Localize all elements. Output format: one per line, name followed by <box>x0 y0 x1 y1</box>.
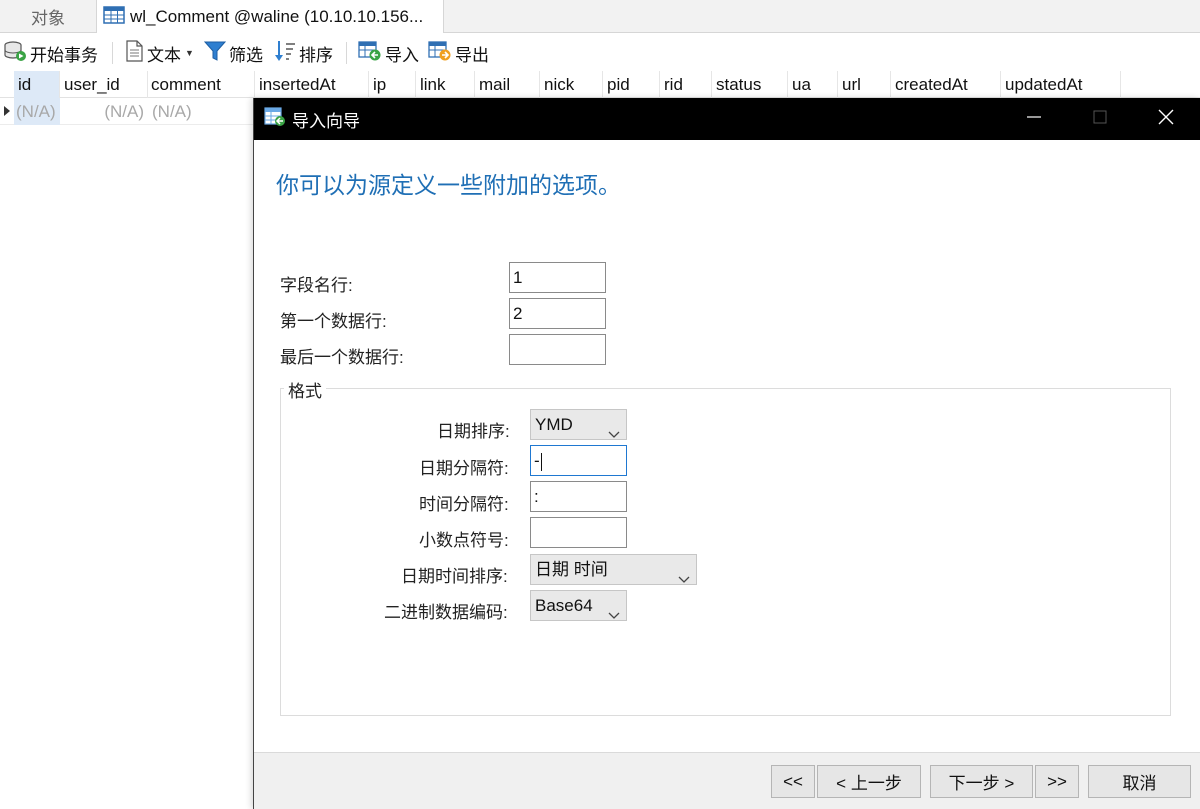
binary-encoding-label: 二进制数据编码: <box>384 603 508 622</box>
chevron-down-icon <box>608 419 620 448</box>
tab-table-wl-comment[interactable]: wl_Comment @waline (10.10.10.156... <box>96 0 444 34</box>
filter-button[interactable]: 筛选 <box>203 39 263 67</box>
text-label: 文本 <box>147 45 181 65</box>
export-label: 导出 <box>455 45 489 65</box>
first-step-button[interactable]: << <box>771 765 815 798</box>
next-step-button[interactable]: 下一步 > <box>930 765 1033 798</box>
table-grid-icon <box>103 5 125 30</box>
column-header[interactable]: createdAt <box>891 71 1001 98</box>
begin-transaction-label: 开始事务 <box>30 45 98 65</box>
filter-label: 筛选 <box>229 45 263 65</box>
maximize-button[interactable] <box>1077 98 1123 140</box>
document-icon <box>124 39 147 67</box>
sort-button[interactable]: 排序 <box>274 39 333 67</box>
last-data-row-input[interactable] <box>509 334 606 365</box>
field-name-row-input[interactable]: 1 <box>509 262 606 293</box>
import-wizard-icon <box>264 106 286 132</box>
date-delimiter-input[interactable]: - <box>530 445 627 476</box>
first-data-row-label: 第一个数据行: <box>280 312 387 331</box>
column-header[interactable]: pid <box>603 71 660 98</box>
last-data-row-label: 最后一个数据行: <box>280 348 404 367</box>
dropdown-caret-icon: ▼ <box>185 48 194 58</box>
time-delimiter-input[interactable]: : <box>530 481 627 512</box>
export-button[interactable]: 导出 <box>428 39 489 67</box>
import-button[interactable]: 导入 <box>358 39 419 67</box>
close-icon <box>1158 109 1174 130</box>
date-order-value: YMD <box>535 415 573 434</box>
format-group-title: 格式 <box>284 377 326 402</box>
begin-transaction-button[interactable]: 开始事务 <box>3 39 98 67</box>
datetime-order-label: 日期时间排序: <box>401 567 508 586</box>
current-row-marker-icon <box>4 106 10 116</box>
date-order-select[interactable]: YMD <box>530 409 627 440</box>
column-header[interactable]: user_id <box>60 71 148 98</box>
sort-icon <box>274 39 299 68</box>
cancel-button[interactable]: 取消 <box>1088 765 1191 798</box>
column-header[interactable]: link <box>416 71 475 98</box>
decimal-symbol-input[interactable] <box>530 517 627 548</box>
minimize-icon <box>1026 109 1042 130</box>
field-name-row-label: 字段名行: <box>280 276 353 295</box>
table-cell[interactable]: (N/A) <box>150 98 250 125</box>
toolbar-divider <box>112 42 113 64</box>
table-cell[interactable]: (N/A) <box>62 98 146 125</box>
text-cursor <box>540 452 542 471</box>
column-header[interactable]: ua <box>788 71 838 98</box>
column-header[interactable]: rid <box>660 71 712 98</box>
wizard-step-heading: 你可以为源定义一些附加的选项。 <box>276 172 621 198</box>
column-header[interactable]: url <box>838 71 891 98</box>
format-groupbox <box>280 388 1171 716</box>
column-header[interactable]: status <box>712 71 788 98</box>
column-header[interactable]: updatedAt <box>1001 71 1121 98</box>
tab-objects-label: 对象 <box>31 9 65 28</box>
date-delimiter-label: 日期分隔符: <box>419 459 509 478</box>
sort-label: 排序 <box>299 45 333 65</box>
text-button[interactable]: 文本 ▼ <box>124 39 194 67</box>
binary-encoding-select[interactable]: Base64 <box>530 590 627 621</box>
import-icon <box>358 40 385 67</box>
date-order-label: 日期排序: <box>437 422 510 441</box>
toolbar: 开始事务 文本 ▼ 筛选 排序 导入 导出 <box>0 33 1200 71</box>
datetime-order-value: 日期 时间 <box>535 560 608 579</box>
toolbar-divider <box>346 42 347 64</box>
grid-header: id user_id comment insertedAt ip link ma… <box>0 71 1200 98</box>
export-icon <box>428 40 455 67</box>
tab-objects[interactable]: 对象 <box>0 0 96 33</box>
column-header[interactable]: mail <box>475 71 540 98</box>
table-cell[interactable]: (N/A) <box>14 98 60 125</box>
close-button[interactable] <box>1143 98 1189 140</box>
last-step-button[interactable]: >> <box>1035 765 1079 798</box>
first-data-row-input[interactable]: 2 <box>509 298 606 329</box>
column-header[interactable]: comment <box>147 71 255 98</box>
column-header[interactable]: id <box>14 71 60 98</box>
tab-bar: 对象 wl_Comment @waline (10.10.10.156... <box>0 0 1200 34</box>
database-icon <box>3 40 30 67</box>
dialog-footer: << < 上一步 下一步 > >> 取消 <box>254 752 1200 809</box>
chevron-down-icon <box>678 564 690 593</box>
column-header[interactable]: insertedAt <box>255 71 369 98</box>
import-label: 导入 <box>385 45 419 65</box>
previous-step-button[interactable]: < 上一步 <box>817 765 921 798</box>
maximize-icon <box>1092 109 1108 130</box>
column-header[interactable]: ip <box>369 71 416 98</box>
dialog-title: 导入向导 <box>292 111 360 131</box>
decimal-symbol-label: 小数点符号: <box>419 531 509 550</box>
chevron-down-icon <box>608 600 620 629</box>
import-wizard-dialog: 导入向导 你可以为源定义一些附加的选项。 字段名行: 1 第一个数据行: 2 最… <box>253 98 1200 809</box>
date-delimiter-value: - <box>534 451 540 470</box>
binary-encoding-value: Base64 <box>535 596 593 615</box>
time-delimiter-label: 时间分隔符: <box>419 495 509 514</box>
dialog-titlebar[interactable]: 导入向导 <box>254 98 1200 140</box>
minimize-button[interactable] <box>1011 98 1057 140</box>
filter-icon <box>203 40 229 67</box>
column-header[interactable]: nick <box>540 71 603 98</box>
datetime-order-select[interactable]: 日期 时间 <box>530 554 697 585</box>
tab-table-label: wl_Comment @waline (10.10.10.156... <box>130 7 424 26</box>
